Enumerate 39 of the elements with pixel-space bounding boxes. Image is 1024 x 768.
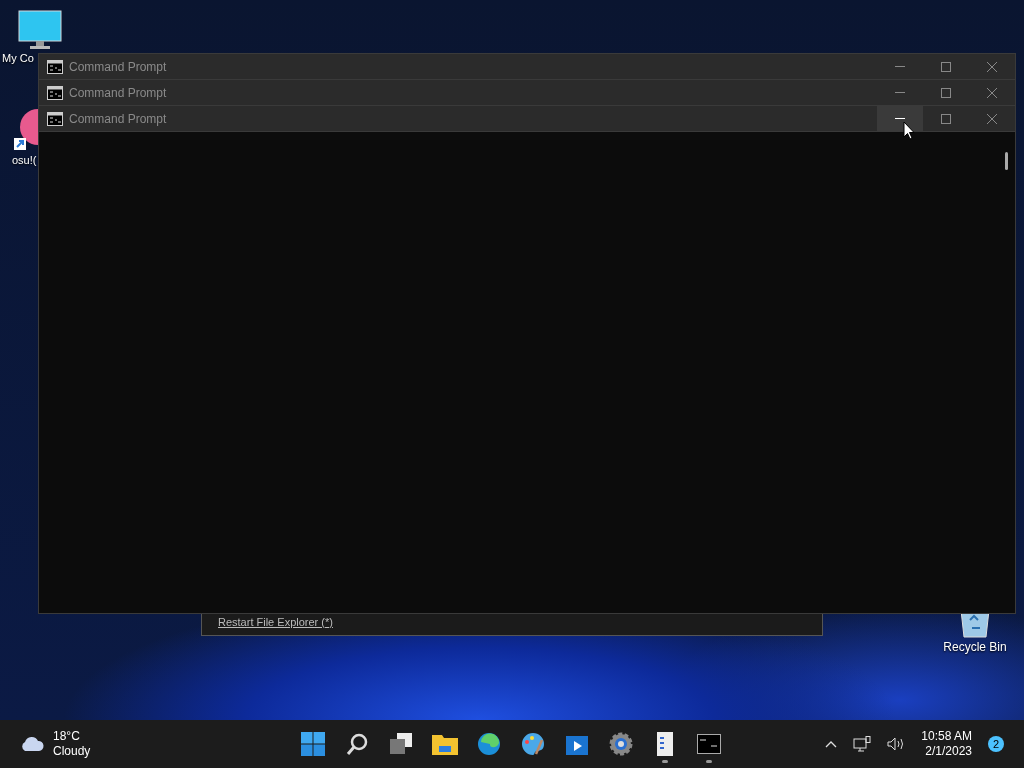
browser-icon: [477, 732, 501, 756]
maximize-icon: [940, 86, 952, 99]
temperature-text[interactable]: 18°C: [53, 729, 91, 744]
restart-explorer-link[interactable]: Restart File Explorer (*): [218, 613, 333, 630]
app-shortcut-icon[interactable]: [14, 106, 38, 152]
close-icon: [986, 60, 998, 73]
clock-date[interactable]: 2/1/2023: [921, 744, 972, 759]
console-app-icon: [47, 59, 63, 74]
settings-icon: [609, 732, 633, 756]
cloud-icon[interactable]: [19, 736, 45, 752]
monitor-icon[interactable]: [18, 10, 62, 50]
notification-count[interactable]: 2: [988, 736, 1004, 752]
maximize-icon: [940, 60, 952, 73]
close-icon: [986, 112, 998, 125]
desktop-icon-label: My Co: [2, 51, 34, 66]
window-title: Command Prompt: [69, 110, 167, 128]
clock-time[interactable]: 10:58 AM: [921, 729, 972, 744]
cursor-icon: [903, 121, 915, 140]
scrollbar-thumb[interactable]: [1005, 152, 1008, 170]
network-icon[interactable]: [853, 736, 872, 752]
speaker-icon[interactable]: [887, 737, 906, 751]
terminal-icon: [697, 734, 721, 754]
window-title: Command Prompt: [69, 58, 167, 76]
weather-condition-text[interactable]: Cloudy: [53, 744, 91, 759]
close-icon: [986, 86, 998, 99]
notepad-icon: [656, 732, 674, 756]
windows-stack-icon: [389, 733, 413, 755]
desktop-icon-label: osu!(: [12, 153, 37, 168]
chevron-up-icon[interactable]: [825, 740, 838, 748]
desktop-icon-label: Recycle Bin: [943, 639, 1007, 656]
console-app-icon: [47, 111, 63, 126]
window-title: Command Prompt: [69, 84, 167, 102]
folder-icon: [432, 733, 458, 755]
minimize-button[interactable]: [877, 105, 923, 132]
start-icon: [301, 732, 325, 756]
maximize-icon: [940, 112, 952, 125]
console-app-icon: [47, 85, 63, 100]
search-icon: [345, 732, 369, 756]
palette-icon: [521, 732, 545, 756]
